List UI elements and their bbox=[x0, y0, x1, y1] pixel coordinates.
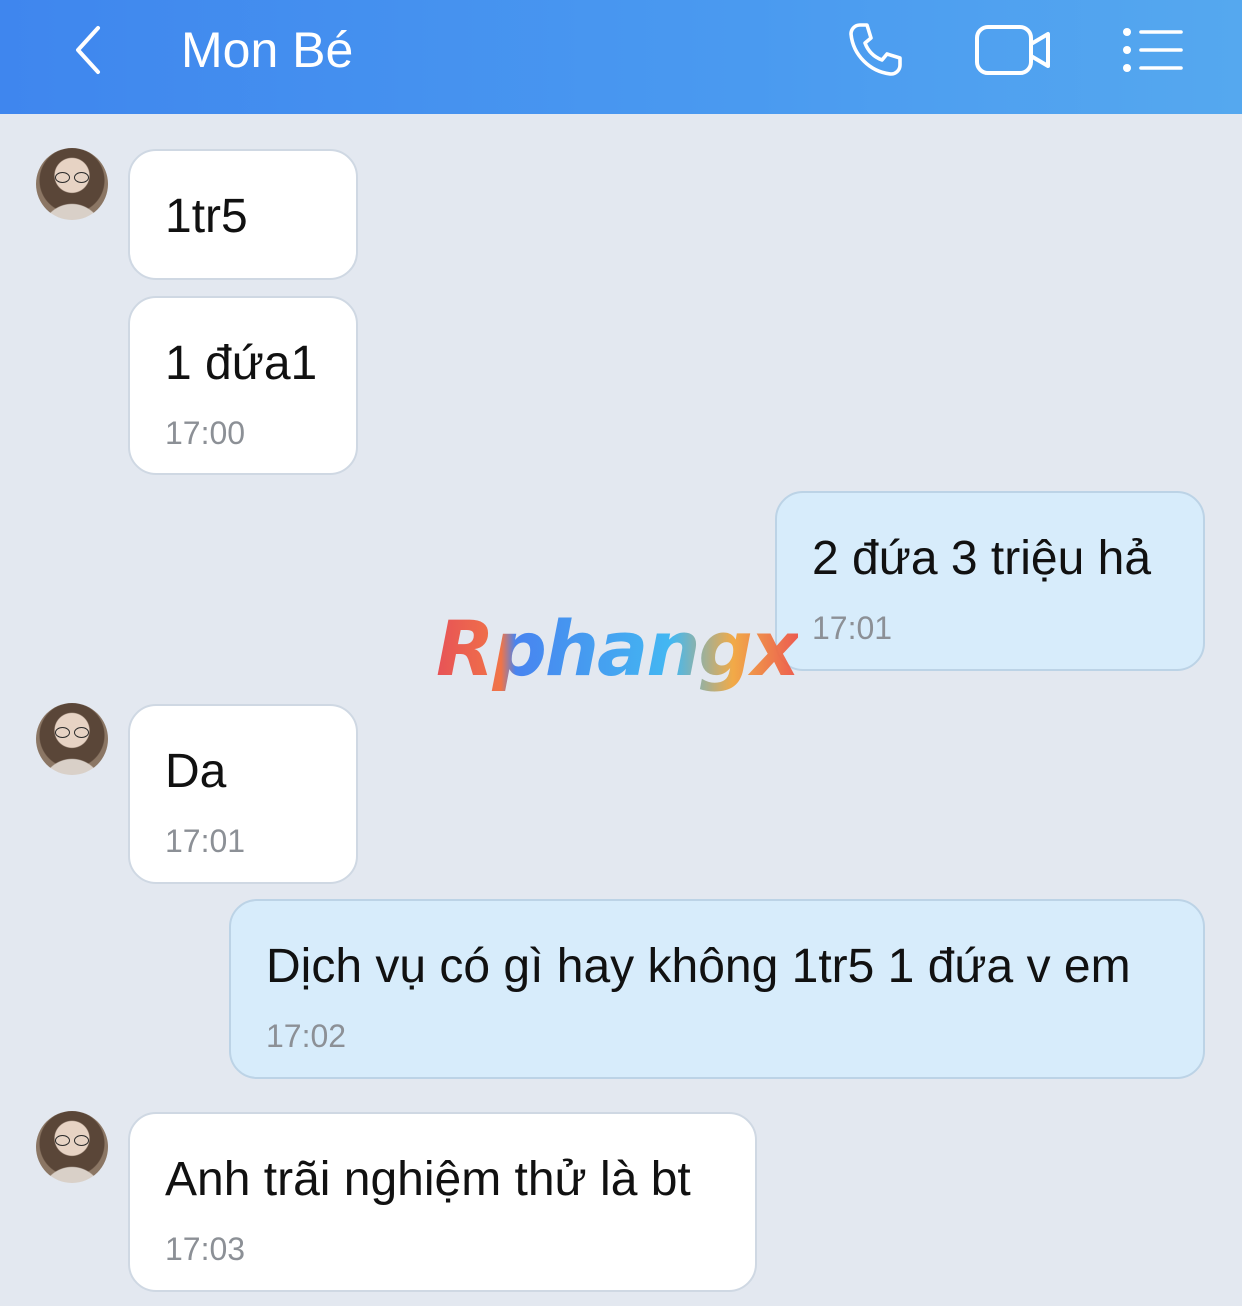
chat-header: Mon Bé bbox=[0, 0, 1242, 114]
message-bubble-incoming[interactable]: Anh trãi nghiệm thử là bt 17:03 bbox=[128, 1112, 757, 1292]
voice-call-button[interactable] bbox=[840, 18, 910, 82]
message-time: 17:01 bbox=[812, 610, 893, 646]
video-camera-icon bbox=[975, 25, 1050, 75]
back-button[interactable] bbox=[58, 20, 118, 80]
contact-avatar[interactable] bbox=[36, 703, 108, 775]
message-text: Anh trãi nghiệm thử là bt bbox=[165, 1153, 691, 1206]
message-time: 17:02 bbox=[266, 1018, 347, 1054]
contact-avatar[interactable] bbox=[36, 148, 108, 220]
phone-icon bbox=[849, 23, 902, 76]
message-time: 17:00 bbox=[165, 415, 246, 451]
message-time: 17:03 bbox=[165, 1231, 246, 1267]
video-call-button[interactable] bbox=[970, 18, 1056, 82]
contact-avatar[interactable] bbox=[36, 1111, 108, 1183]
chevron-left-icon bbox=[76, 26, 100, 74]
message-text: Da bbox=[165, 745, 227, 798]
contact-name[interactable]: Mon Bé bbox=[181, 20, 353, 80]
message-text: 1tr5 bbox=[165, 190, 248, 243]
message-text: Dịch vụ có gì hay không 1tr5 1 đứa v em bbox=[266, 940, 1131, 993]
message-text: 1 đứa1 bbox=[165, 337, 318, 390]
message-time: 17:01 bbox=[165, 823, 246, 859]
message-text: 2 đứa 3 triệu hả bbox=[812, 532, 1152, 585]
message-bubble-incoming[interactable]: Da 17:01 bbox=[128, 704, 358, 884]
list-menu-icon bbox=[1123, 28, 1183, 72]
message-bubble-incoming[interactable]: 1tr5 bbox=[128, 149, 358, 280]
message-bubble-outgoing[interactable]: 2 đứa 3 triệu hả 17:01 bbox=[775, 491, 1205, 671]
message-bubble-incoming[interactable]: 1 đứa1 17:00 bbox=[128, 296, 358, 475]
message-bubble-outgoing[interactable]: Dịch vụ có gì hay không 1tr5 1 đứa v em … bbox=[229, 899, 1205, 1079]
options-menu-button[interactable] bbox=[1116, 18, 1188, 82]
watermark-logo: Rphangx bbox=[436, 604, 800, 693]
